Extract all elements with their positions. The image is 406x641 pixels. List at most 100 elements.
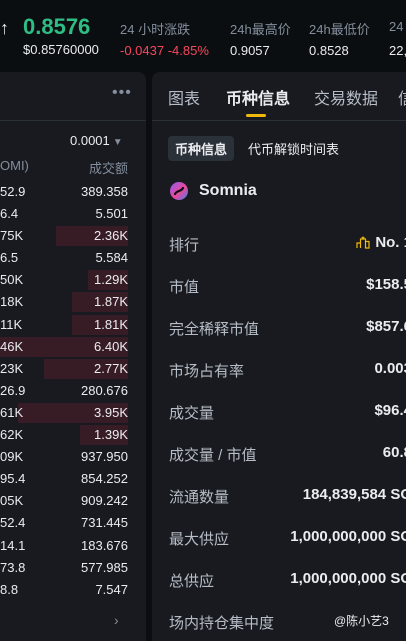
table-row[interactable]: 95.4 854.252 xyxy=(0,468,146,490)
tab-chart[interactable]: 图表 xyxy=(168,85,200,109)
row-turnover: 854.252 xyxy=(81,471,128,487)
tab-more[interactable]: 信 xyxy=(398,85,406,109)
ticker-arrow-icon: ↑ xyxy=(0,18,9,38)
row-turnover: 5.584 xyxy=(95,250,128,266)
info-value: 1,000,000,000 SO xyxy=(290,570,406,587)
table-row[interactable]: 73.8 577.985 xyxy=(0,557,146,579)
info-key: 总供应 xyxy=(169,573,215,590)
row-turnover: 1.87K xyxy=(94,294,128,310)
info-key: 完全稀释市值 xyxy=(169,321,260,338)
table-row[interactable]: 23K 2.77K xyxy=(0,358,146,380)
watermark: @陈小艺3 xyxy=(334,614,389,628)
divider xyxy=(152,120,406,121)
stat-label-24h-change: 24 小时涨跌 xyxy=(120,22,191,37)
row-turnover: 577.985 xyxy=(81,559,128,575)
row-amount: 52.9 xyxy=(0,184,26,199)
column-header-turnover: 成交额 xyxy=(88,161,128,176)
info-value: $96.4 xyxy=(374,402,406,419)
row-amount: 18K xyxy=(0,294,24,310)
row-turnover: 2.36K xyxy=(94,228,128,244)
info-row-market-share: 市场占有率 0.003 xyxy=(152,348,406,390)
subtab-token-unlock[interactable]: 代币解锁时间表 xyxy=(248,139,339,158)
tab-coin-info[interactable]: 币种信息 xyxy=(226,85,290,109)
row-turnover: 3.95K xyxy=(94,404,128,420)
info-row-volume: 成交量 $96.4 xyxy=(152,390,406,432)
table-row[interactable]: 62K 1.39K xyxy=(0,424,146,446)
table-row[interactable]: 09K 937.950 xyxy=(0,446,146,468)
order-book-panel: ••• 0.0001 ▼ OMI) 成交额 52.9 389.358 6.4 5.50… xyxy=(0,72,146,641)
table-row[interactable]: 6.4 5.501 xyxy=(0,203,146,225)
chevron-down-icon: ▼ xyxy=(112,137,123,148)
row-turnover: 1.29K xyxy=(94,272,128,288)
somnia-logo-icon xyxy=(170,182,188,200)
info-key: 排行 xyxy=(169,237,200,254)
info-key: 市场占有率 xyxy=(169,363,245,380)
stat-value-24h-high: 0.9057 xyxy=(230,43,270,58)
subtab-coin-info[interactable]: 币种信息 xyxy=(168,136,235,161)
table-row[interactable]: 61K 3.95K xyxy=(0,402,146,424)
table-row[interactable]: 52.4 731.445 xyxy=(0,512,146,534)
row-amount: 52.4 xyxy=(0,515,26,531)
row-turnover: 909.242 xyxy=(81,493,128,509)
row-amount: 50K xyxy=(0,272,24,288)
table-row[interactable]: 46K 6.40K xyxy=(0,336,146,358)
order-book-rows: 52.9 389.358 6.4 5.501 75K 2.36K 6.5 5.584 5… xyxy=(0,181,146,601)
last-price-fiat: $0.85760000 xyxy=(23,42,99,57)
table-row[interactable]: 52.9 389.358 xyxy=(0,181,146,203)
row-amount: 14.1 xyxy=(0,537,26,553)
table-row[interactable]: 26.9 280.676 xyxy=(0,380,146,402)
stat-value-24h-volume: 22, xyxy=(389,43,406,58)
info-value-wrap: No. 1 xyxy=(262,234,406,251)
table-row[interactable]: 11K 1.81K xyxy=(0,314,146,336)
row-amount: 75K xyxy=(0,228,24,244)
table-row[interactable]: 14.1 183.676 xyxy=(0,535,146,557)
info-value: No. 1 xyxy=(375,234,406,251)
info-row-circulating-supply: 流通数量 184,839,584 SO xyxy=(152,474,406,516)
info-key: 最大供应 xyxy=(169,531,230,548)
table-row[interactable]: 6.5 5.584 xyxy=(0,247,146,269)
stat-label-24h-volume: 24 xyxy=(389,19,404,34)
table-row[interactable]: 18K 1.87K xyxy=(0,291,146,313)
info-key: 成交量 / 市值 xyxy=(169,447,257,464)
row-turnover: 1.39K xyxy=(94,427,128,443)
podium-icon xyxy=(356,236,370,249)
row-amount: 23K xyxy=(0,360,24,376)
table-row[interactable]: 75K 2.36K xyxy=(0,225,146,247)
table-row[interactable]: 05K 909.242 xyxy=(0,490,146,512)
row-turnover: 6.40K xyxy=(94,338,128,354)
row-amount: 61K xyxy=(0,404,24,420)
row-turnover: 5.501 xyxy=(95,206,128,222)
row-amount: 6.4 xyxy=(0,206,19,222)
row-amount: 09K xyxy=(0,449,24,465)
table-row[interactable]: 50K 1.29K xyxy=(0,269,146,291)
active-tab-indicator xyxy=(246,114,266,117)
precision-value: 0.0001 xyxy=(70,133,110,148)
info-value: 60.8 xyxy=(382,444,406,461)
info-value: $857.6 xyxy=(366,318,406,335)
row-turnover: 731.445 xyxy=(81,515,128,531)
row-amount: 62K xyxy=(0,427,24,443)
info-value: 1,000,000,000 SO xyxy=(290,528,406,545)
coin-name: Somnia xyxy=(199,182,257,199)
row-turnover: 7.547 xyxy=(95,581,128,597)
row-amount: 46K xyxy=(0,338,24,354)
info-value: 0.003 xyxy=(374,360,406,377)
column-header-amount: OMI) xyxy=(0,158,29,173)
row-amount: 8.8 xyxy=(0,581,19,597)
row-turnover: 937.950 xyxy=(81,449,128,465)
table-row[interactable]: 8.8 7.547 xyxy=(0,579,146,601)
row-amount: 11K xyxy=(0,316,23,332)
ticker-header: ↑ 0.8576 $0.85760000 24 小时涨跌 -0.0437 -4.… xyxy=(0,0,406,66)
info-key: 流通数量 xyxy=(169,489,230,506)
tab-trading-data[interactable]: 交易数据 xyxy=(314,85,378,109)
info-key: 场内持仓集中度 xyxy=(169,615,275,632)
row-amount: 95.4 xyxy=(0,471,26,487)
row-amount: 05K xyxy=(0,493,24,509)
precision-select[interactable]: 0.0001 ▼ xyxy=(70,133,123,148)
info-row-market-cap: 市值 $158.5 xyxy=(152,264,406,306)
stat-label-24h-high: 24h最高价 xyxy=(230,22,291,37)
info-value: 184,839,584 SO xyxy=(302,486,406,503)
stat-label-24h-low: 24h最低价 xyxy=(309,22,370,37)
chevron-right-icon[interactable]: › xyxy=(114,612,119,628)
more-options-icon[interactable]: ••• xyxy=(112,84,132,102)
